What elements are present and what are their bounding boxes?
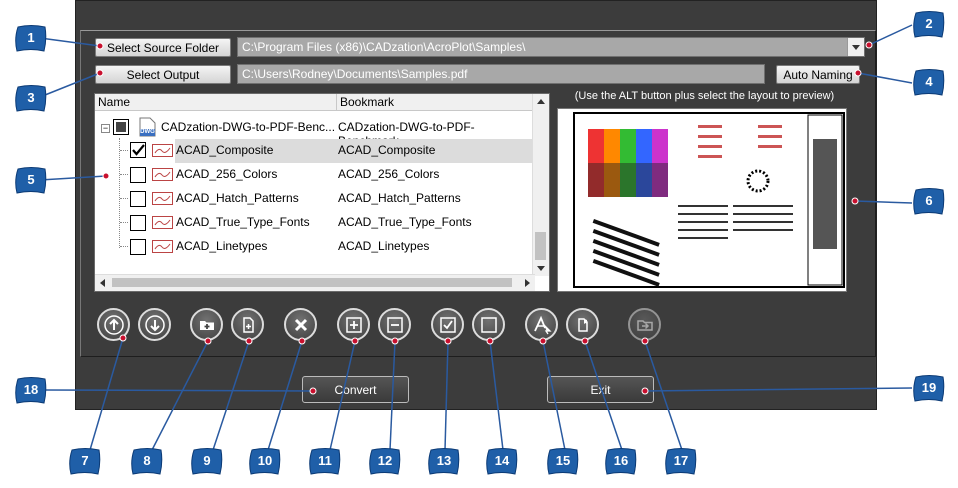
callout-badge: 9 <box>190 447 224 477</box>
callout-badge: 8 <box>130 447 164 477</box>
callout-badge: 1 <box>14 24 48 54</box>
callout-badge: 19 <box>912 374 946 404</box>
callout-leaders <box>39 24 913 451</box>
callout-badge: 6 <box>912 187 946 217</box>
callout-badge: 12 <box>368 447 402 477</box>
callout-badge: 13 <box>427 447 461 477</box>
callout-badge: 11 <box>308 447 342 477</box>
callout-badge: 14 <box>485 447 519 477</box>
callout-badge: 17 <box>664 447 698 477</box>
callout-badge: 5 <box>14 166 48 196</box>
callout-badge: 2 <box>912 10 946 40</box>
callout-badge: 4 <box>912 68 946 98</box>
callout-badge: 18 <box>14 376 48 406</box>
callout-badge: 15 <box>546 447 580 477</box>
callout-badge: 10 <box>248 447 282 477</box>
callout-badge: 7 <box>68 447 102 477</box>
callout-badge: 3 <box>14 84 48 114</box>
callout-badge: 16 <box>604 447 638 477</box>
